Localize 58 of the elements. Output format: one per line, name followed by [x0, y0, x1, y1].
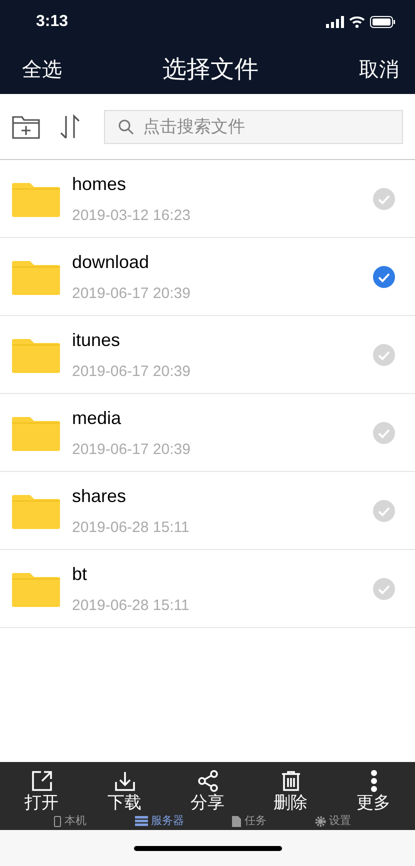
- tab-item[interactable]: 服务器: [134, 814, 184, 828]
- more-icon: [370, 770, 378, 792]
- folder-icon: [12, 492, 60, 528]
- status-time: 3:13: [36, 13, 68, 31]
- tab-item[interactable]: 任务: [232, 814, 266, 828]
- action-button[interactable]: 更多: [356, 770, 390, 814]
- file-row[interactable]: itunes 2019-06-17 20:39: [0, 316, 415, 394]
- file-date: 2019-06-17 20:39: [72, 284, 192, 302]
- server-icon: [134, 816, 148, 826]
- tab-item[interactable]: 本机: [54, 814, 86, 828]
- folder-icon: [12, 180, 60, 216]
- folder-icon: [12, 570, 60, 606]
- file-date: 2019-03-12 16:23: [72, 206, 192, 224]
- folder-icon: [12, 414, 60, 450]
- file-name: shares: [72, 486, 128, 506]
- tab-item[interactable]: 设置: [314, 814, 351, 828]
- trash-icon: [280, 770, 302, 792]
- folder-icon: [12, 258, 60, 294]
- file-date: 2019-06-17 20:39: [72, 362, 192, 380]
- file-row[interactable]: media 2019-06-17 20:39: [0, 394, 415, 472]
- share-icon: [196, 770, 218, 792]
- action-button[interactable]: 删除: [274, 770, 308, 814]
- action-button[interactable]: 分享: [190, 770, 224, 814]
- checkmark-icon[interactable]: [373, 422, 395, 444]
- file-date: 2019-06-28 15:11: [72, 518, 190, 536]
- file-row[interactable]: bt 2019-06-28 15:11: [0, 550, 415, 628]
- page-title: 选择文件: [162, 54, 258, 85]
- file-name: download: [72, 252, 150, 272]
- file-date: 2019-06-17 20:39: [72, 440, 192, 458]
- file-name: bt: [72, 564, 88, 584]
- checkmark-icon[interactable]: [373, 188, 395, 210]
- file-date: 2019-06-28 15:11: [72, 596, 190, 614]
- download-icon: [114, 770, 136, 792]
- wifi-icon: [349, 16, 365, 28]
- action-button[interactable]: 打开: [24, 770, 58, 814]
- checkmark-icon[interactable]: [373, 500, 395, 522]
- sort-icon[interactable]: [58, 114, 82, 140]
- document-icon: [232, 816, 242, 826]
- file-row[interactable]: download 2019-06-17 20:39: [0, 238, 415, 316]
- checkmark-icon[interactable]: [373, 344, 395, 366]
- signal-icon: [326, 16, 344, 28]
- folder-icon: [12, 336, 60, 372]
- file-row[interactable]: homes 2019-03-12 16:23: [0, 160, 415, 238]
- cancel-button[interactable]: 取消: [359, 56, 399, 82]
- file-name: itunes: [72, 330, 122, 350]
- external-link-icon: [30, 770, 52, 792]
- phone-icon: [54, 816, 62, 826]
- battery-icon: [370, 16, 395, 28]
- search-field[interactable]: 点击搜索文件: [104, 110, 403, 144]
- file-name: media: [72, 408, 122, 428]
- new-folder-icon[interactable]: [12, 114, 40, 138]
- gear-icon: [314, 816, 326, 826]
- checkmark-icon[interactable]: [373, 578, 395, 600]
- file-name: homes: [72, 174, 128, 194]
- checkmark-icon[interactable]: [373, 266, 395, 288]
- file-row[interactable]: shares 2019-06-28 15:11: [0, 472, 415, 550]
- select-all-button[interactable]: 全选: [22, 56, 62, 82]
- action-button[interactable]: 下载: [108, 770, 142, 814]
